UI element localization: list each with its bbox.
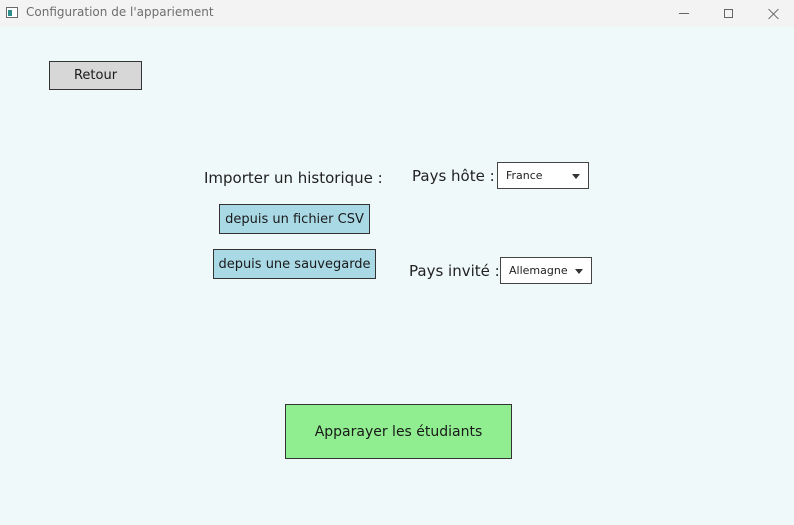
- minimize-button[interactable]: [661, 0, 706, 27]
- host-country-value: France: [506, 169, 543, 182]
- title-bar: Configuration de l'appariement: [0, 0, 794, 27]
- import-save-button[interactable]: depuis une sauvegarde: [213, 249, 376, 279]
- maximize-button[interactable]: [706, 0, 751, 27]
- app-icon: [6, 7, 18, 18]
- maximize-icon: [724, 9, 733, 18]
- minimize-icon: [678, 13, 689, 14]
- back-button[interactable]: Retour: [49, 61, 142, 90]
- host-country-label: Pays hôte :: [412, 167, 495, 185]
- guest-country-value: Allemagne: [509, 264, 568, 277]
- host-country-select[interactable]: France: [497, 162, 589, 189]
- pair-students-button[interactable]: Apparayer les étudiants: [285, 404, 512, 459]
- import-csv-button[interactable]: depuis un fichier CSV: [219, 204, 370, 234]
- window-title: Configuration de l'appariement: [26, 5, 214, 19]
- close-icon: [768, 8, 780, 20]
- guest-country-select[interactable]: Allemagne: [500, 257, 592, 284]
- dropdown-arrow-icon: [572, 174, 580, 179]
- guest-country-label: Pays invité :: [409, 262, 500, 280]
- import-history-label: Importer un historique :: [204, 169, 383, 187]
- close-button[interactable]: [751, 0, 794, 27]
- dropdown-arrow-icon: [575, 269, 583, 274]
